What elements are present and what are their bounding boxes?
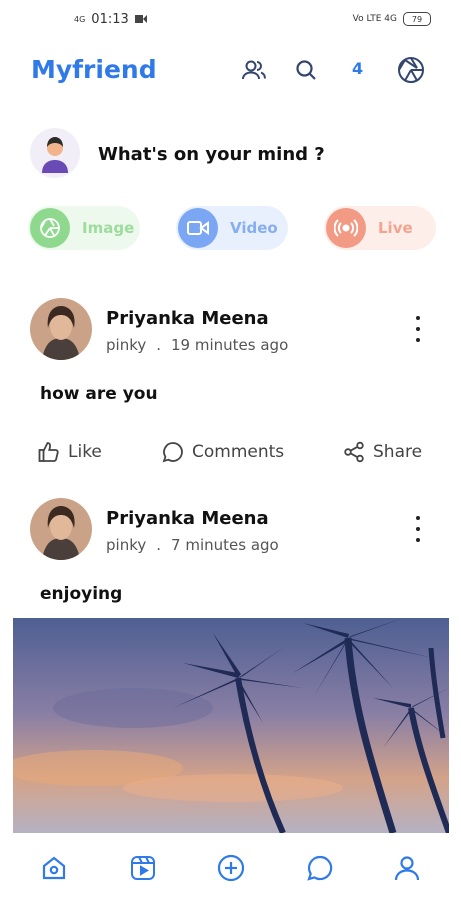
share-label: Share [373,442,423,462]
search-icon[interactable] [292,56,320,84]
post-meta: pinky. 19 minutes ago [106,336,288,354]
user-avatar[interactable] [30,128,80,178]
post-card: Priyanka Meena pinky. 19 minutes ago how … [0,298,461,478]
author-name[interactable]: Priyanka Meena [106,508,269,529]
post-composer[interactable]: What's on your mind ? [30,128,450,180]
more-options-icon[interactable] [408,516,428,542]
video-record-icon [134,13,147,27]
profile-icon[interactable] [391,852,423,884]
notification-count[interactable]: 4 [352,59,363,78]
comment-icon [162,442,183,463]
battery-icon: 79 [403,12,431,26]
like-button[interactable]: Like [38,441,102,463]
video-label: Video [230,219,278,237]
people-icon[interactable] [240,56,268,84]
aperture-icon[interactable] [397,56,425,84]
comments-button[interactable]: Comments [162,441,284,463]
like-label: Like [68,442,102,462]
app-title: Myfriend [31,55,157,84]
author-handle: pinky [106,336,147,354]
author-avatar[interactable] [30,498,92,560]
status-time: 01:13 [91,12,129,27]
more-options-icon[interactable] [408,316,428,342]
video-icon [178,208,218,248]
post-image[interactable] [13,618,449,833]
live-icon [326,208,366,248]
thumbs-up-icon [38,442,59,462]
bottom-nav [0,838,461,900]
post-time: 19 minutes ago [171,336,289,354]
author-name[interactable]: Priyanka Meena [106,308,269,329]
share-icon [344,441,364,463]
share-button[interactable]: Share [343,441,422,463]
image-button[interactable]: Image [28,206,140,250]
post-actions: Like Comments Share [0,441,461,471]
author-avatar[interactable] [30,298,92,360]
post-text: how are you [40,384,158,404]
battery-level: 79 [411,14,423,24]
live-label: Live [378,219,413,237]
reels-icon[interactable] [127,852,159,884]
signal-label: 4G [74,15,86,24]
meta-separator: . [156,536,162,554]
composer-prompt[interactable]: What's on your mind ? [98,144,325,165]
add-icon[interactable] [215,852,247,884]
live-button[interactable]: Live [324,206,436,250]
meta-separator: . [156,336,162,354]
image-label: Image [82,219,135,237]
network-label: Vo LTE 4G [352,14,397,24]
status-bar: 4G 01:13 Vo LTE 4G 79 [0,0,461,40]
comments-label: Comments [192,442,285,462]
quick-actions: Image Video Live [28,206,438,252]
post-card: Priyanka Meena pinky. 7 minutes ago enjoy… [0,498,461,618]
post-time: 7 minutes ago [171,536,279,554]
post-meta: pinky. 7 minutes ago [106,536,279,554]
post-text: enjoying [40,584,123,604]
app-header: Myfriend 4 [0,52,461,88]
video-button[interactable]: Video [176,206,288,250]
chat-icon[interactable] [304,852,336,884]
home-icon[interactable] [38,852,70,884]
image-icon [30,208,70,248]
author-handle: pinky [106,536,147,554]
